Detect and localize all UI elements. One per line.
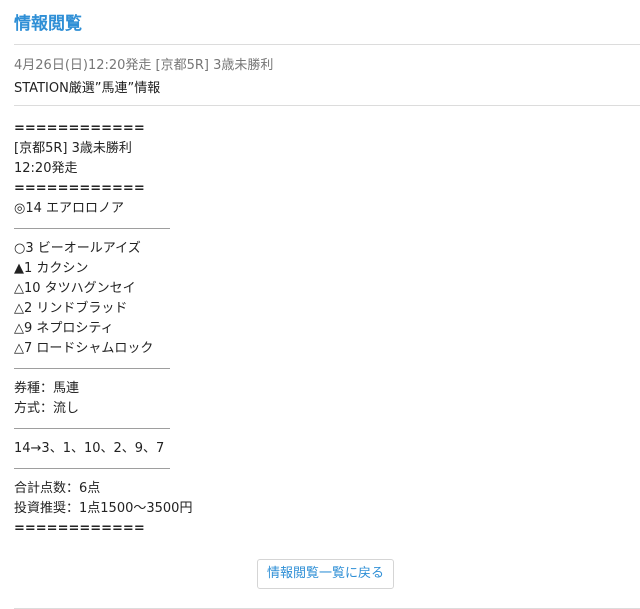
info-subject: STATION厳選”馬連”情報 [14,81,161,96]
body-line: 券種：馬連 [14,381,80,396]
body-line: ============ [14,521,145,536]
body-line: △7 ロードシャムロック [14,341,154,356]
header-divider [14,44,640,45]
body-line: 合計点数：6点 [14,481,101,496]
body-line: 投資推奨：1点1500～3500円 [14,501,193,516]
body-line: ―――――――――――― [14,421,170,436]
body-line: △10 タツハグンセイ [14,281,136,296]
body-line: 12:20発走 [14,161,78,176]
info-body: ============ [京都5R] 3歳未勝利 12:20発走 ======… [14,119,614,539]
body-line: ============ [14,121,145,136]
body-line: ―――――――――――― [14,461,170,476]
body-line: [京都5R] 3歳未勝利 [14,141,132,156]
body-line: ============ [14,181,145,196]
body-line: ◎14 エアロロノア [14,201,125,216]
subject-divider [14,105,640,106]
back-to-list-button[interactable]: 情報閲覧一覧に戻る [257,559,394,589]
body-line: ○3 ビーオールアイズ [14,241,141,256]
race-meta: 4月26日(日)12:20発走 [京都5R] 3歳未勝利 [14,58,274,73]
page-title: 情報閲覧 [14,14,82,34]
body-line: ―――――――――――― [14,361,170,376]
body-line: 方式：流し [14,401,80,416]
body-line: △2 リンドブラッド [14,301,128,316]
body-line: 14→3、1、10、2、9、7 [14,441,165,456]
body-line: ―――――――――――― [14,221,170,236]
body-line: △9 ネプロシティ [14,321,114,336]
body-line: ▲1 カクシン [14,261,89,276]
